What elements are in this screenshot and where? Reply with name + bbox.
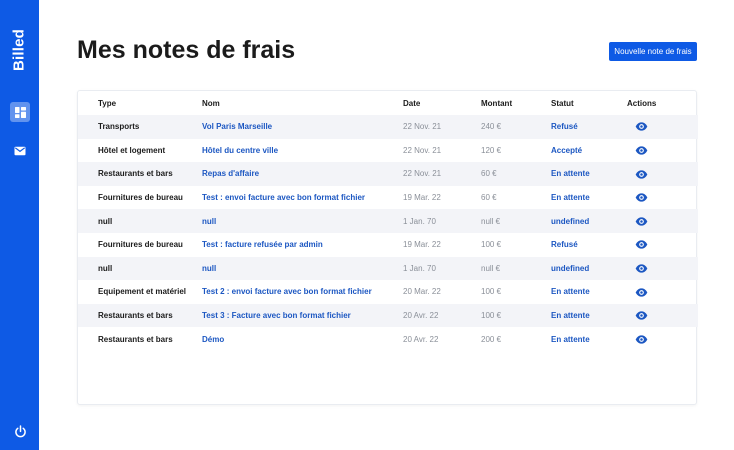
- table-row: Restaurants et bars Repas d'affaire 22 Nov…: [78, 162, 698, 186]
- bill-type: Transports: [98, 122, 140, 132]
- power-icon: [14, 424, 26, 437]
- view-bill-button[interactable]: [627, 139, 698, 163]
- bill-amount: 60 €: [481, 193, 497, 203]
- table-row: Restaurants et bars Test 3 : Facture avec…: [78, 303, 698, 328]
- bill-name[interactable]: Vol Paris Marseille: [202, 115, 403, 139]
- bill-name[interactable]: Test 3 : Facture avec bon format fichier: [202, 304, 403, 328]
- bill-type: Fournitures de bureau: [98, 193, 183, 203]
- bills-table: Type Nom Date Montant Statut Actions Tra…: [78, 91, 698, 351]
- view-bill-button[interactable]: [627, 209, 698, 233]
- bill-status: undefined: [551, 216, 590, 226]
- view-bill-button[interactable]: [627, 186, 698, 210]
- eye-icon[interactable]: [635, 193, 648, 202]
- eye-icon[interactable]: [635, 122, 648, 132]
- bill-date: 22 Nov. 21: [403, 145, 442, 155]
- eye-icon[interactable]: [635, 264, 648, 273]
- bill-amount: null €: [481, 263, 501, 273]
- bill-date: 20 Avr. 22: [403, 334, 439, 344]
- bill-type: Equipement et matériel: [98, 287, 187, 297]
- bill-name[interactable]: Test : facture refusée par admin: [202, 233, 403, 257]
- table-row: Transports Vol Paris Marseille 22 Nov. 21 2…: [78, 115, 698, 139]
- eye-icon[interactable]: [635, 335, 648, 344]
- bill-status: En attente: [551, 193, 590, 203]
- bill-name[interactable]: null: [202, 209, 403, 233]
- bill-type: Hôtel et logement: [98, 145, 166, 155]
- table-row: null null 1 Jan. 70 null € undefined: [78, 209, 698, 233]
- bill-name[interactable]: Hôtel du centre ville: [202, 139, 403, 163]
- bill-type: null: [98, 216, 113, 226]
- table-row: Hôtel et logement Hôtel du centre ville 22…: [78, 139, 698, 163]
- view-bill-button[interactable]: [627, 304, 698, 328]
- sidebar-item-bills[interactable]: [10, 102, 30, 122]
- view-bill-button[interactable]: [627, 233, 698, 257]
- column-header-status: Statut: [551, 98, 574, 108]
- mail-icon: [14, 146, 26, 156]
- bills-icon: [14, 106, 26, 118]
- eye-icon[interactable]: [635, 288, 648, 297]
- bill-status: En attente: [551, 169, 590, 179]
- bill-status: Refusé: [551, 240, 578, 250]
- sidebar: Billed: [0, 0, 39, 450]
- bill-amount: 120 €: [481, 145, 502, 155]
- view-bill-button[interactable]: [627, 327, 698, 351]
- column-header-date: Date: [403, 98, 421, 108]
- bill-amount: 200 €: [481, 334, 502, 344]
- bill-type: Fournitures de bureau: [98, 240, 183, 250]
- bill-date: 1 Jan. 70: [403, 263, 436, 273]
- bill-status: Refusé: [551, 122, 578, 132]
- eye-icon[interactable]: [635, 311, 648, 320]
- bill-status: En attente: [551, 334, 590, 344]
- table-row: Fournitures de bureau Test : envoi factur…: [78, 186, 698, 210]
- view-bill-button[interactable]: [627, 257, 698, 281]
- new-bill-button[interactable]: Nouvelle note de frais: [609, 42, 697, 61]
- eye-icon[interactable]: [635, 146, 648, 155]
- bill-date: 19 Mar. 22: [403, 240, 441, 250]
- bill-type: Restaurants et bars: [98, 169, 173, 179]
- bill-date: 22 Nov. 21: [403, 122, 442, 132]
- bill-type: Restaurants et bars: [98, 334, 173, 344]
- eye-icon[interactable]: [635, 240, 648, 250]
- page-title: Mes notes de frais: [77, 36, 296, 64]
- bill-status: undefined: [551, 263, 590, 273]
- bills-table-card: Type Nom Date Montant Statut Actions Tra…: [77, 90, 698, 405]
- bill-amount: 100 €: [481, 287, 502, 297]
- column-header-amount: Montant: [481, 98, 513, 108]
- bill-amount: 240 €: [481, 122, 502, 132]
- view-bill-button[interactable]: [627, 115, 698, 139]
- table-row: Restaurants et bars Démo 20 Avr. 22 200 € En…: [78, 327, 698, 351]
- bill-date: 19 Mar. 22: [403, 193, 441, 203]
- bill-status: Accepté: [551, 145, 583, 155]
- bill-name[interactable]: Démo: [202, 327, 403, 351]
- bill-amount: 100 €: [481, 240, 502, 250]
- logout-button[interactable]: [10, 421, 30, 441]
- view-bill-button[interactable]: [627, 162, 698, 186]
- column-header-type: Type: [98, 98, 117, 108]
- bill-amount: 100 €: [481, 311, 502, 321]
- bill-status: En attente: [551, 287, 590, 297]
- brand-logo: Billed: [10, 28, 28, 72]
- bill-type: Restaurants et bars: [98, 311, 173, 321]
- bill-amount: null €: [481, 216, 501, 226]
- bill-date: 20 Mar. 22: [403, 287, 441, 297]
- bill-name[interactable]: Test 2 : envoi facture avec bon format f…: [202, 280, 403, 304]
- bill-name[interactable]: null: [202, 257, 403, 281]
- column-header-actions: Actions: [627, 98, 657, 108]
- table-row: null null 1 Jan. 70 null € undefined: [78, 256, 698, 281]
- bill-name[interactable]: Test : envoi facture avec bon format fic…: [202, 186, 403, 210]
- bill-type: null: [98, 263, 113, 273]
- sidebar-item-mail[interactable]: [10, 141, 30, 161]
- eye-icon[interactable]: [635, 217, 648, 226]
- bill-date: 1 Jan. 70: [403, 216, 436, 226]
- bill-date: 22 Nov. 21: [403, 169, 442, 179]
- table-row: Equipement et matériel Test 2 : envoi fac…: [78, 280, 698, 304]
- bill-name[interactable]: Repas d'affaire: [202, 162, 403, 186]
- view-bill-button[interactable]: [627, 280, 698, 304]
- bill-amount: 60 €: [481, 169, 497, 179]
- eye-icon[interactable]: [635, 170, 648, 179]
- table-row: Fournitures de bureau Test : facture refu…: [78, 233, 698, 257]
- table-header-row: Type Nom Date Montant Statut Actions: [78, 91, 698, 115]
- bill-status: En attente: [551, 311, 590, 321]
- column-header-name: Nom: [202, 98, 220, 108]
- bill-date: 20 Avr. 22: [403, 311, 439, 321]
